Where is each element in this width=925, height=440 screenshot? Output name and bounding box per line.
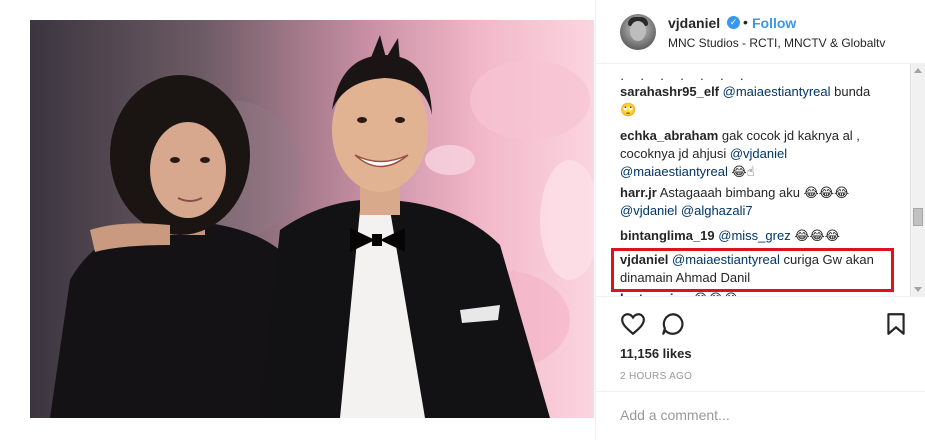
comment-mention[interactable]: @maiaestiantyreal: [620, 164, 728, 179]
comment-text: Astagaaah bimbang aku 😂😂😂: [656, 185, 850, 200]
comment-icon[interactable]: [660, 311, 686, 337]
comment-text: bunda: [830, 84, 871, 99]
comment-mention[interactable]: @miss_grez: [718, 228, 790, 243]
comment-item: echka_abraham gak cocok jd kaknya al , c…: [620, 127, 905, 181]
comment-item: bintanglima_19 @miss_grez 😂😂😂: [620, 227, 905, 245]
add-comment-bar: [596, 391, 925, 440]
verified-badge-icon: ✓: [727, 16, 740, 29]
heart-icon[interactable]: [620, 311, 646, 337]
comment-username[interactable]: echka_abraham: [620, 128, 718, 143]
comment-mention[interactable]: @alghazali7: [681, 203, 753, 218]
comment-item: harr.jr Astagaaah bimbang aku 😂😂😂 @vjdan…: [620, 184, 905, 220]
post-photo[interactable]: [30, 20, 594, 418]
highlight-box: [611, 248, 894, 292]
comment-emoji: 🙄: [620, 102, 637, 117]
avatar[interactable]: [620, 14, 656, 50]
comment-text: cocoknya jd ahjusi: [620, 146, 730, 161]
scroll-down-arrow-icon[interactable]: [914, 287, 922, 292]
comment-username[interactable]: harr.jr: [620, 185, 657, 200]
comment-mention[interactable]: @vjdaniel: [620, 203, 677, 218]
post-sidebar: vjdaniel ✓ • Follow MNC Studios - RCTI, …: [595, 0, 925, 440]
separator-dot: •: [743, 14, 748, 30]
scroll-up-arrow-icon[interactable]: [914, 68, 922, 73]
comment-text: gak cocok jd kaknya al ,: [718, 128, 860, 143]
post-location[interactable]: MNC Studios - RCTI, MNCTV & Globaltv: [668, 36, 885, 50]
follow-button[interactable]: Follow: [752, 15, 796, 31]
instagram-post-view: vjdaniel ✓ • Follow MNC Studios - RCTI, …: [0, 0, 925, 440]
comment-item: sarahashr95_elf @maiaestiantyreal bunda …: [620, 83, 905, 119]
add-comment-input[interactable]: [620, 407, 900, 423]
comment-username[interactable]: bintanglima_19: [620, 228, 715, 243]
photo-panel: [0, 0, 595, 440]
comment-scrollbar[interactable]: [910, 64, 925, 296]
comment-mention[interactable]: @maiaestiantyreal: [723, 84, 831, 99]
comment-emoji: 😂😂😂: [790, 228, 840, 243]
bookmark-icon[interactable]: [883, 311, 909, 337]
scroll-thumb[interactable]: [913, 208, 923, 226]
comment-username[interactable]: sarahashr95_elf: [620, 84, 719, 99]
comment-emoji: 😂☝: [727, 164, 755, 179]
avatar-face: [630, 21, 646, 41]
like-count[interactable]: 11,156 likes: [620, 346, 692, 361]
post-header: vjdaniel ✓ • Follow MNC Studios - RCTI, …: [596, 0, 925, 64]
post-username[interactable]: vjdaniel: [668, 15, 720, 31]
comment-mention[interactable]: @vjdaniel: [730, 146, 787, 161]
photo-illustration: [50, 35, 594, 418]
post-timestamp[interactable]: 2 HOURS AGO: [620, 371, 692, 382]
